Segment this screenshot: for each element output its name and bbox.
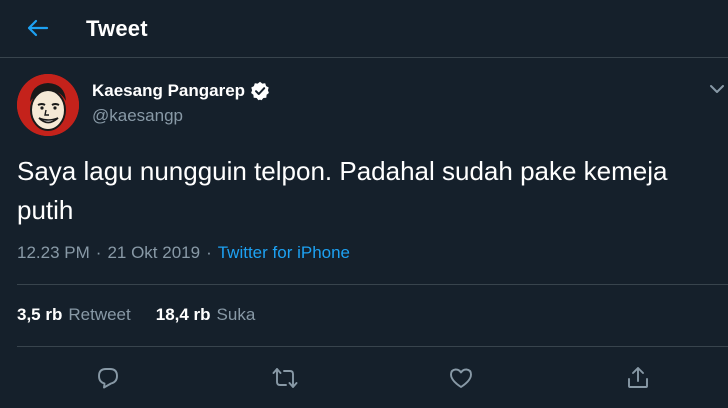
author-handle[interactable]: @kaesangp: [92, 106, 183, 126]
tweet-meta: 12.23 PM · 21 Okt 2019 · Twitter for iPh…: [17, 243, 350, 263]
tweet-source-link[interactable]: Twitter for iPhone: [218, 243, 350, 263]
tweet-text: Saya lagu nungguin telpon. Padahal sudah…: [17, 152, 728, 230]
meta-separator: ·: [95, 243, 102, 262]
reply-icon: [98, 368, 118, 389]
meta-separator: ·: [206, 243, 212, 262]
tweet-stats: 3,5 rb Retweet 18,4 rb Suka: [17, 305, 255, 325]
retweet-button[interactable]: [270, 364, 300, 392]
tweet-date[interactable]: 21 Okt 2019: [107, 243, 200, 263]
like-count-stat[interactable]: 18,4 rb Suka: [156, 305, 256, 325]
avatar[interactable]: [17, 74, 79, 136]
retweet-count: 3,5 rb: [17, 305, 63, 324]
divider: [17, 284, 728, 285]
tweet-text-line: putih: [17, 195, 74, 225]
page-title: Tweet: [86, 16, 148, 41]
like-label: Suka: [216, 305, 256, 324]
author-name-row[interactable]: Kaesang Pangarep: [92, 81, 270, 101]
verified-badge-icon: [251, 81, 269, 101]
author-name: Kaesang Pangarep: [92, 81, 246, 100]
retweet-label: Retweet: [68, 305, 131, 324]
like-button[interactable]: [446, 364, 476, 392]
tweet-time[interactable]: 12.23 PM: [17, 243, 90, 263]
reply-button[interactable]: [93, 364, 123, 392]
tweet-text-line: Saya lagu nungguin telpon. Padahal sudah…: [17, 156, 668, 186]
like-count: 18,4 rb: [155, 305, 211, 324]
share-icon: [628, 367, 648, 388]
divider: [17, 346, 728, 347]
header-bar: Tweet: [0, 0, 728, 58]
share-button[interactable]: [623, 364, 653, 392]
retweet-count-stat[interactable]: 3,5 rb Retweet: [17, 305, 131, 325]
more-options-button[interactable]: [706, 80, 728, 98]
arrow-left-icon: [27, 19, 49, 37]
retweet-icon: [272, 368, 298, 388]
chevron-down-icon: [710, 85, 724, 93]
like-icon: [450, 368, 472, 388]
back-button[interactable]: [22, 13, 54, 43]
